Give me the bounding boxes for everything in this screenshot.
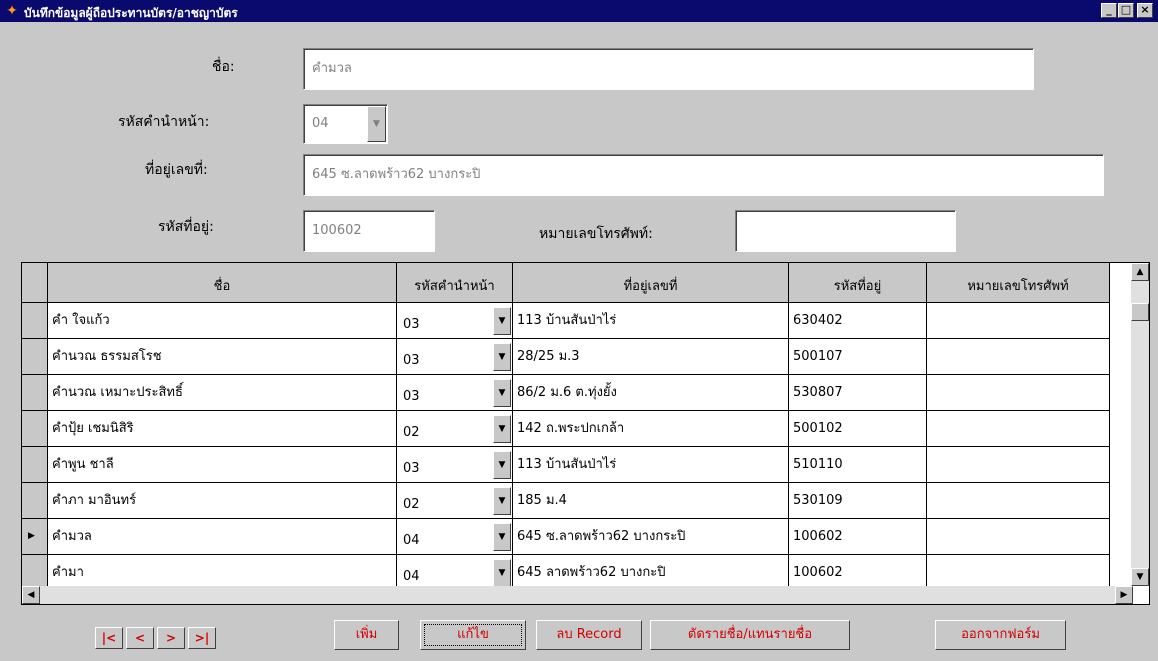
app-window: ✦ บันทึกข้อมูลผู้ถือประทานบัตร/อาชญาบัตร… — [0, 0, 1158, 661]
row-selector[interactable]: ▶ — [22, 519, 48, 555]
exit-form-button[interactable]: ออกจากฟอร์ม — [935, 620, 1066, 650]
records-grid[interactable]: ชื่อ รหัสคำนำหน้า ที่อยู่เลขที่ รหัสที่อ… — [21, 262, 1150, 605]
scroll-down-icon[interactable]: ▼ — [1131, 568, 1149, 586]
cell-name[interactable]: คำนวณ เหมาะประสิทธิ์ — [48, 375, 397, 411]
maximize-button[interactable]: □ — [1118, 3, 1134, 18]
address-label: ที่อยู่เลขที่: — [145, 162, 208, 178]
header-phone[interactable]: หมายเลขโทรศัพท์ — [927, 263, 1110, 303]
phone-label: หมายเลขโทรศัพท์: — [539, 226, 653, 242]
row-selector[interactable] — [22, 483, 48, 519]
next-record-button[interactable]: > — [157, 627, 185, 649]
delete-record-button[interactable]: ลบ Record — [536, 620, 642, 650]
cell-address[interactable]: 142 ถ.พระปกเกล้า — [513, 411, 789, 447]
cell-prefix[interactable]: 02 ▼ — [397, 411, 513, 447]
cell-phone[interactable] — [927, 375, 1110, 411]
prefix-value: 03 — [403, 317, 420, 332]
cell-phone[interactable] — [927, 519, 1110, 555]
prefix-value: 02 — [403, 425, 420, 440]
cell-address[interactable]: 113 บ้านสันป่าไร่ — [513, 447, 789, 483]
cell-prefix[interactable]: 03 ▼ — [397, 447, 513, 483]
header-address-code[interactable]: รหัสที่อยู่ — [789, 263, 927, 303]
cell-address-code[interactable]: 100602 — [789, 519, 927, 555]
title-bar: ✦ บันทึกข้อมูลผู้ถือประทานบัตร/อาชญาบัตร… — [0, 0, 1158, 22]
edit-button[interactable]: แก้ไข — [420, 620, 526, 650]
row-selector[interactable] — [22, 339, 48, 375]
row-selector[interactable] — [22, 375, 48, 411]
close-button[interactable]: × — [1137, 3, 1153, 18]
prefix-dropdown-icon[interactable]: ▼ — [493, 523, 511, 551]
row-selector[interactable] — [22, 447, 48, 483]
vertical-scrollbar[interactable]: ▲ ▼ — [1131, 263, 1149, 586]
window-title: บันทึกข้อมูลผู้ถือประทานบัตร/อาชญาบัตร — [24, 6, 238, 20]
cell-name[interactable]: คำ ใจแก้ว — [48, 303, 397, 339]
prefix-dropdown-icon[interactable]: ▼ — [493, 451, 511, 479]
cell-phone[interactable] — [927, 447, 1110, 483]
prefix-value: 03 — [403, 461, 420, 476]
address-input[interactable]: 645 ซ.ลาดพร้าว62 บางกระปิ — [303, 154, 1104, 196]
address-code-input[interactable]: 100602 — [303, 210, 435, 252]
minimize-button[interactable]: _ — [1101, 3, 1117, 18]
cell-prefix[interactable]: 03 ▼ — [397, 339, 513, 375]
scroll-thumb[interactable] — [1131, 303, 1149, 321]
prefix-dropdown-icon[interactable]: ▼ — [493, 487, 511, 515]
cell-phone[interactable] — [927, 411, 1110, 447]
name-input[interactable]: คำมวล — [303, 48, 1034, 90]
cell-address-code[interactable]: 500102 — [789, 411, 927, 447]
header-name[interactable]: ชื่อ — [48, 263, 397, 303]
cell-prefix[interactable]: 03 ▼ — [397, 375, 513, 411]
prefix-value: 03 — [403, 353, 420, 368]
cell-address[interactable]: 185 ม.4 — [513, 483, 789, 519]
cell-address[interactable]: 113 บ้านสันป่าไร่ — [513, 303, 789, 339]
cell-name[interactable]: คำภา มาอินทร์ — [48, 483, 397, 519]
prefix-dropdown-icon[interactable]: ▼ — [493, 415, 511, 443]
scroll-left-icon[interactable]: ◀ — [22, 586, 40, 604]
prefix-value: 04 — [403, 533, 420, 548]
add-button[interactable]: เพิ่ม — [334, 620, 399, 650]
prefix-label: รหัสคำนำหน้า: — [118, 114, 210, 130]
cell-name[interactable]: คำพูน ชาลี — [48, 447, 397, 483]
current-row-pointer-icon: ▶ — [28, 531, 35, 541]
cell-name[interactable]: คำนวณ ธรรมสโรช — [48, 339, 397, 375]
cell-address-code[interactable]: 530109 — [789, 483, 927, 519]
header-address[interactable]: ที่อยู่เลขที่ — [513, 263, 789, 303]
cell-phone[interactable] — [927, 339, 1110, 375]
prefix-dropdown-icon[interactable]: ▼ — [367, 106, 386, 142]
header-prefix[interactable]: รหัสคำนำหน้า — [397, 263, 513, 303]
row-selector[interactable] — [22, 411, 48, 447]
scroll-right-icon[interactable]: ▶ — [1115, 586, 1133, 604]
address-code-label: รหัสที่อยู่: — [158, 219, 214, 235]
last-record-button[interactable]: >| — [188, 627, 216, 649]
cell-address[interactable]: 28/25 ม.3 — [513, 339, 789, 375]
cell-address[interactable]: 86/2 ม.6 ต.ทุ่งยั้ง — [513, 375, 789, 411]
prefix-dropdown-icon[interactable]: ▼ — [493, 559, 511, 587]
cell-phone[interactable] — [927, 483, 1110, 519]
cell-prefix[interactable]: 03 ▼ — [397, 303, 513, 339]
phone-input[interactable] — [735, 210, 956, 252]
cell-phone[interactable] — [927, 303, 1110, 339]
grid-corner — [22, 263, 48, 303]
cell-address-code[interactable]: 530807 — [789, 375, 927, 411]
cell-address-code[interactable]: 500107 — [789, 339, 927, 375]
cell-name[interactable]: คำปุ้ย เชมนิสิริ — [48, 411, 397, 447]
cell-name[interactable]: คำมวล — [48, 519, 397, 555]
remove-replace-name-button[interactable]: ตัดรายชื่อ/แทนรายชื่อ — [650, 620, 850, 650]
prefix-dropdown-icon[interactable]: ▼ — [493, 343, 511, 371]
prefix-dropdown-icon[interactable]: ▼ — [493, 379, 511, 407]
horizontal-scrollbar[interactable]: ◀ ▶ — [22, 586, 1133, 604]
cell-address[interactable]: 645 ซ.ลาดพร้าว62 บางกระปิ — [513, 519, 789, 555]
prefix-value: 03 — [403, 389, 420, 404]
app-logo-icon: ✦ — [6, 3, 18, 19]
cell-address-code[interactable]: 630402 — [789, 303, 927, 339]
previous-record-button[interactable]: < — [126, 627, 154, 649]
cell-address-code[interactable]: 510110 — [789, 447, 927, 483]
row-selector[interactable] — [22, 303, 48, 339]
first-record-button[interactable]: |< — [95, 627, 123, 649]
cell-prefix[interactable]: 04 ▼ — [397, 519, 513, 555]
cell-prefix[interactable]: 02 ▼ — [397, 483, 513, 519]
prefix-value: 02 — [403, 497, 420, 512]
scroll-up-icon[interactable]: ▲ — [1131, 263, 1149, 281]
prefix-dropdown-icon[interactable]: ▼ — [493, 307, 511, 335]
name-label: ชื่อ: — [212, 59, 235, 75]
